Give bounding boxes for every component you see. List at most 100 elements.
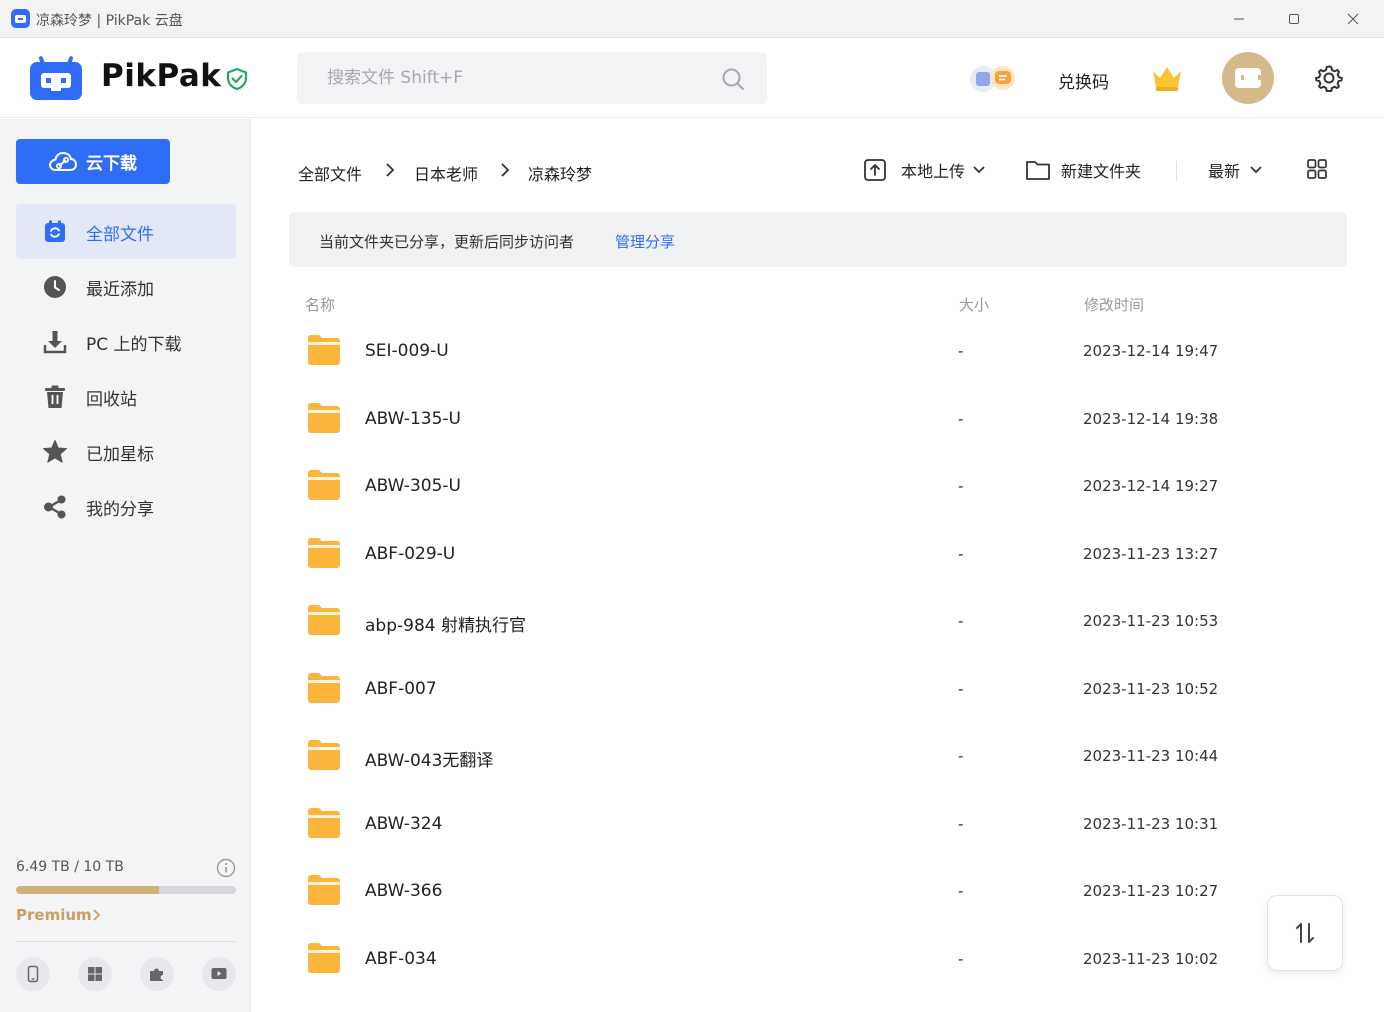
folder-outline-icon: [1026, 161, 1050, 180]
file-modified-time: 2023-11-23 10:27: [1083, 882, 1219, 900]
file-row[interactable]: ABW-135-U - 2023-12-14 19:38: [305, 385, 1345, 453]
pikpak-logo-icon[interactable]: [30, 56, 82, 100]
sort-order-button[interactable]: [1267, 895, 1343, 971]
tv-app-button[interactable]: [202, 957, 236, 991]
sidebar-item-recent[interactable]: 最近添加: [16, 259, 236, 314]
extension-icon: [150, 968, 163, 981]
star-icon: [43, 440, 67, 463]
file-row[interactable]: ABF-034 - 2023-11-23 10:02: [305, 925, 1345, 993]
sidebar-item-all-files[interactable]: 全部文件: [16, 204, 236, 259]
search-box[interactable]: [297, 52, 767, 104]
file-modified-time: 2023-11-23 10:52: [1083, 679, 1219, 698]
manage-share-link[interactable]: 管理分享: [615, 231, 675, 252]
column-header-modified[interactable]: 修改时间: [1084, 294, 1144, 315]
column-header-size[interactable]: 大小: [959, 294, 989, 315]
sidebar-nav: 全部文件 最近添加 PC 上的下载 回收站 已加星标 我的分享: [16, 204, 236, 534]
new-folder-button[interactable]: 新建文件夹: [1025, 157, 1141, 183]
file-name: ABW-043无翻译: [365, 751, 494, 771]
breadcrumb-item-parent[interactable]: 日本老师: [414, 161, 478, 185]
breadcrumb-item-root[interactable]: 全部文件: [298, 161, 362, 185]
close-icon: [1347, 13, 1359, 25]
storage-usage-text: 6.49 TB / 10 TB: [16, 859, 124, 875]
windows-app-button[interactable]: [78, 957, 112, 991]
file-size: -: [958, 477, 964, 495]
crown-icon[interactable]: [1151, 63, 1183, 93]
chevron-right-icon: [386, 163, 395, 177]
sidebar-item-starred[interactable]: 已加星标: [16, 424, 236, 479]
file-size: -: [958, 882, 964, 900]
upload-button[interactable]: 本地上传: [863, 157, 985, 183]
premium-link[interactable]: Premium: [16, 906, 92, 924]
download-icon: [43, 331, 67, 354]
chevron-down-icon: [973, 166, 985, 174]
sort-dropdown[interactable]: 最新: [1208, 157, 1262, 183]
sidebar: 云下载 全部文件 最近添加 PC 上的下载 回收站 已加星标 我的分享 6.49…: [0, 119, 251, 1012]
chevron-right-icon: [93, 909, 101, 921]
file-size: -: [958, 544, 964, 563]
promo-badge-icon[interactable]: [968, 64, 1018, 94]
file-row[interactable]: ABW-366 - 2023-11-23 10:27: [305, 857, 1345, 925]
column-header-name[interactable]: 名称: [305, 294, 335, 315]
folder-icon: [308, 672, 340, 703]
folder-icon: [308, 605, 340, 635]
app-icon: [11, 9, 30, 28]
file-modified-time: 2023-11-23 10:02: [1083, 949, 1219, 968]
file-modified-time: 2023-11-23 10:31: [1083, 814, 1219, 833]
sidebar-divider: [16, 941, 236, 942]
settings-gear-icon[interactable]: [1315, 64, 1343, 92]
sidebar-item-pc-downloads[interactable]: PC 上的下载: [16, 314, 236, 369]
brand-name: PikPak: [101, 58, 222, 94]
browser-extension-button[interactable]: [140, 957, 174, 991]
close-button[interactable]: [1324, 0, 1382, 38]
cloud-link-icon: [48, 151, 78, 171]
file-modified-time: 2023-11-23 10:53: [1083, 612, 1219, 630]
file-modified-time: 2023-12-14 19:38: [1083, 409, 1219, 428]
file-list: SEI-009-U - 2023-12-14 19:47 ABW-135-U - 2023…: [305, 317, 1345, 992]
sidebar-item-label: 已加星标: [86, 445, 154, 465]
grid-view-icon[interactable]: [1307, 159, 1327, 179]
maximize-button[interactable]: [1265, 0, 1323, 38]
file-name: SEI-009-U: [365, 341, 449, 361]
shield-check-icon[interactable]: [225, 67, 249, 91]
upload-label: 本地上传: [901, 162, 966, 181]
file-size: -: [958, 612, 964, 630]
file-size: -: [958, 409, 964, 428]
file-row[interactable]: ABW-043无翻译 - 2023-11-23 10:44: [305, 722, 1345, 790]
file-row[interactable]: SEI-009-U - 2023-12-14 19:47: [305, 317, 1345, 385]
search-input[interactable]: [297, 52, 767, 104]
folder-icon: [308, 402, 340, 433]
user-avatar[interactable]: [1222, 52, 1274, 104]
title-bar: 凉森玲梦 | PikPak 云盘: [0, 0, 1384, 38]
search-icon[interactable]: [721, 67, 745, 91]
folder-icon: [308, 335, 340, 365]
chevron-down-icon: [1250, 166, 1262, 174]
file-name: ABF-029-U: [365, 543, 456, 564]
info-icon[interactable]: [216, 858, 236, 878]
file-row[interactable]: ABW-305-U - 2023-12-14 19:27: [305, 452, 1345, 520]
folder-icon: [308, 740, 340, 770]
redeem-code-button[interactable]: 兑换码: [1058, 68, 1109, 93]
sidebar-item-label: 我的分享: [86, 500, 154, 520]
file-name: ABF-007: [365, 678, 437, 699]
app-header: PikPak 兑换码: [0, 38, 1384, 118]
file-row[interactable]: ABF-029-U - 2023-11-23 13:27: [305, 520, 1345, 588]
file-row[interactable]: ABF-007 - 2023-11-23 10:52: [305, 655, 1345, 723]
file-row[interactable]: ABW-324 - 2023-11-23 10:31: [305, 790, 1345, 858]
storage-progress-fill: [16, 886, 159, 894]
sidebar-item-trash[interactable]: 回收站: [16, 369, 236, 424]
mobile-app-button[interactable]: [16, 957, 50, 991]
minimize-icon: [1234, 18, 1244, 20]
file-row[interactable]: abp-984 射精执行官 - 2023-11-23 10:53: [305, 587, 1345, 655]
upload-icon: [864, 159, 886, 181]
minimize-button[interactable]: [1210, 0, 1268, 38]
sidebar-item-my-shares[interactable]: 我的分享: [16, 479, 236, 534]
all-files-icon: [45, 220, 65, 242]
breadcrumb-item-current: 凉森玲梦: [528, 165, 593, 184]
file-modified-time: 2023-12-14 19:27: [1083, 477, 1219, 495]
cloud-download-label: 云下载: [86, 154, 137, 174]
toolbar-divider: [1176, 161, 1177, 181]
clock-icon: [44, 276, 66, 298]
cloud-download-button[interactable]: 云下载: [16, 139, 170, 184]
maximize-icon: [1289, 14, 1299, 24]
file-modified-time: 2023-12-14 19:47: [1083, 342, 1219, 360]
